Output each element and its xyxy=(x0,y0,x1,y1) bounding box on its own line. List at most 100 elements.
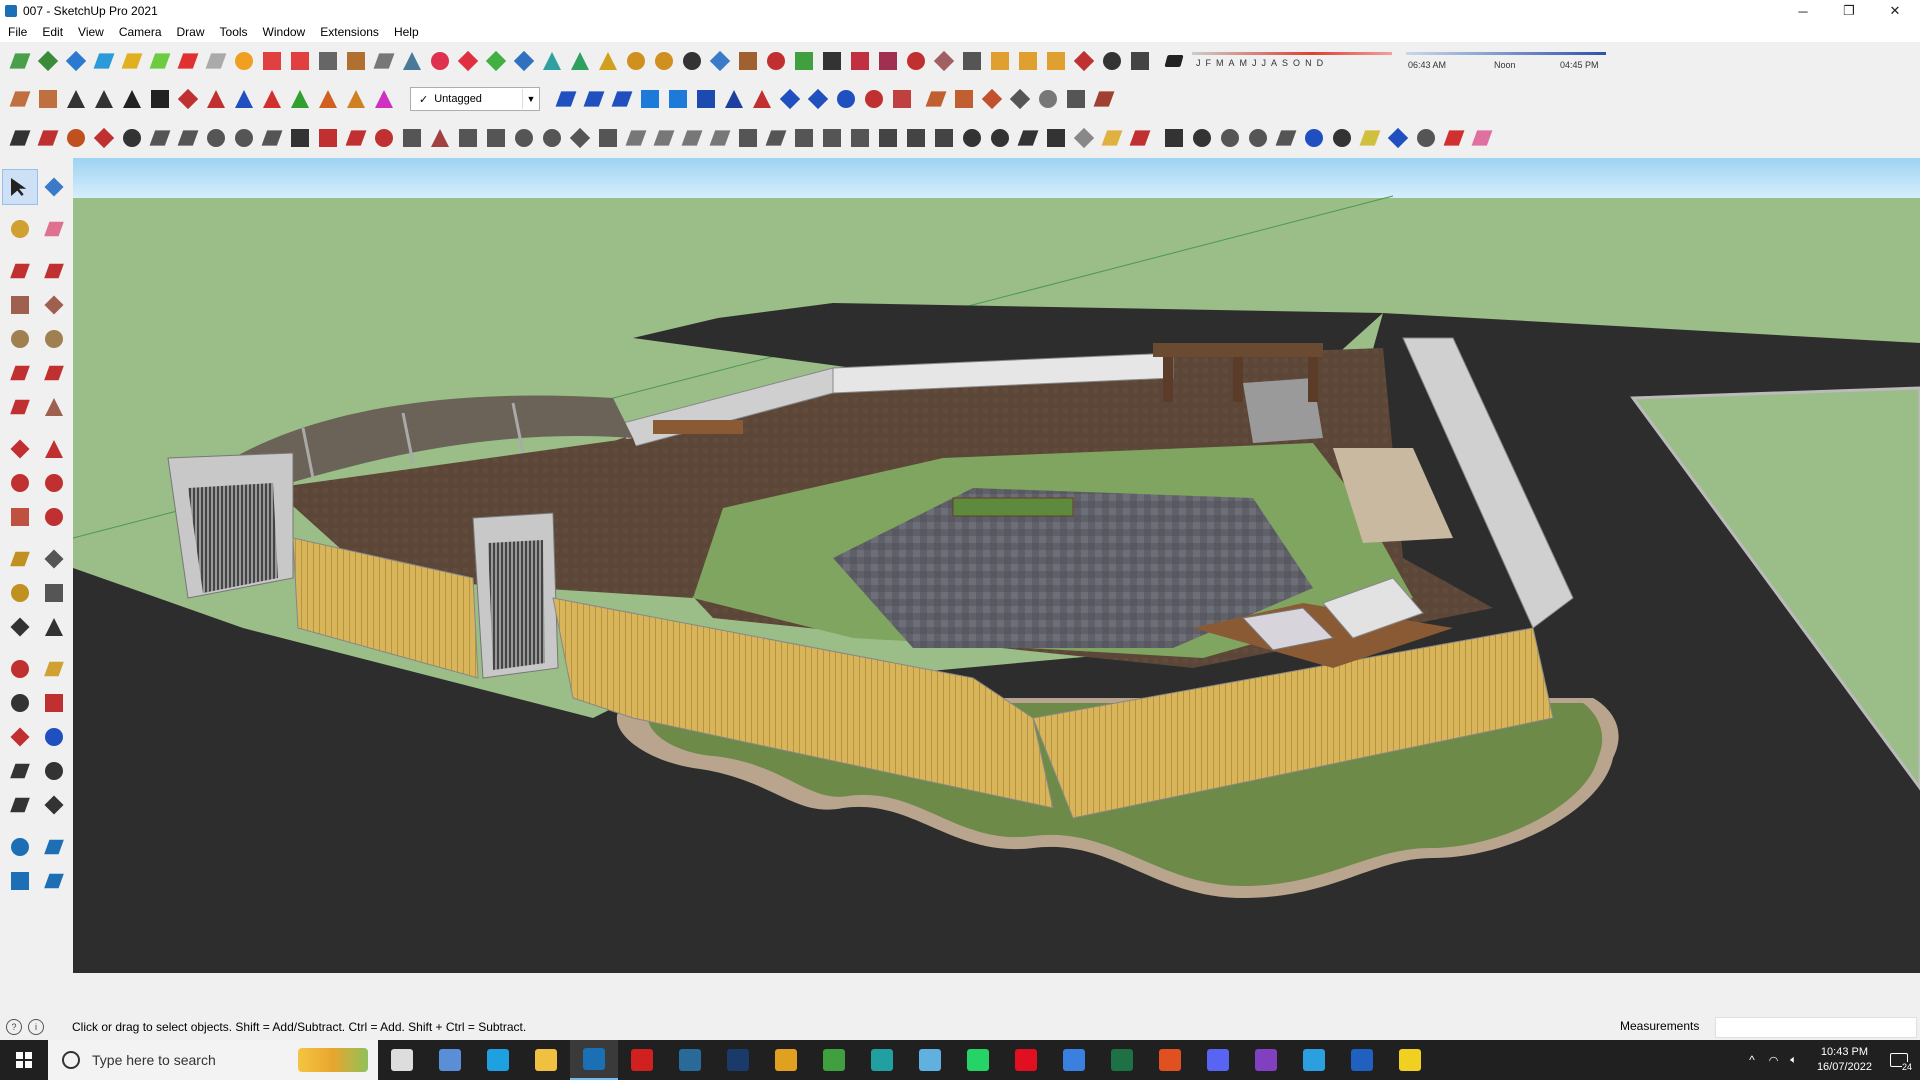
iso-view-icon[interactable] xyxy=(6,85,34,113)
face-tool-icon[interactable] xyxy=(90,47,118,75)
sticky-notes-icon[interactable] xyxy=(1386,1040,1434,1080)
section-plane-tool-icon[interactable] xyxy=(37,788,71,822)
tape-measure-icon[interactable] xyxy=(3,542,37,576)
minimize-button[interactable]: ─ xyxy=(1780,0,1826,22)
start-button[interactable] xyxy=(0,1040,48,1080)
sandbox-scratch-icon[interactable] xyxy=(922,85,950,113)
parallelogram-icon[interactable] xyxy=(1272,124,1300,152)
chrome-profile-icon[interactable] xyxy=(810,1040,858,1080)
extension-manager-icon[interactable] xyxy=(37,830,71,864)
podcast-icon[interactable] xyxy=(1242,1040,1290,1080)
tag-blue-icon[interactable] xyxy=(1384,124,1412,152)
grid-panel-icon[interactable] xyxy=(874,124,902,152)
line-red-icon[interactable] xyxy=(342,124,370,152)
dimension-tool-icon[interactable] xyxy=(37,542,71,576)
circle-shape-icon[interactable] xyxy=(1188,124,1216,152)
smoove-icon[interactable] xyxy=(978,85,1006,113)
layout-send-icon[interactable] xyxy=(3,864,37,898)
todo-icon[interactable] xyxy=(1050,1040,1098,1080)
pipe-icon[interactable] xyxy=(370,47,398,75)
cone-green-icon[interactable] xyxy=(566,47,594,75)
panel-icon[interactable] xyxy=(314,47,342,75)
frame-icon[interactable] xyxy=(258,47,286,75)
paint-bucket-icon[interactable] xyxy=(3,212,37,246)
red-plane-icon[interactable] xyxy=(174,47,202,75)
rotated-rect-icon[interactable] xyxy=(37,288,71,322)
file-explorer-icon[interactable] xyxy=(522,1040,570,1080)
menu-edit[interactable]: Edit xyxy=(34,25,70,39)
dome-icon[interactable] xyxy=(510,124,538,152)
protractor-icon[interactable] xyxy=(3,576,37,610)
wing-icon[interactable] xyxy=(650,124,678,152)
grid-orange-icon[interactable] xyxy=(986,47,1014,75)
flip-edge-icon[interactable] xyxy=(1090,85,1118,113)
zoom-extents-icon[interactable] xyxy=(3,720,37,754)
menu-help[interactable]: Help xyxy=(386,25,426,39)
jet-icon[interactable] xyxy=(706,124,734,152)
hexagon-shape-icon[interactable] xyxy=(1216,124,1244,152)
arrows-up-icon[interactable] xyxy=(720,85,748,113)
move-green-icon[interactable] xyxy=(482,47,510,75)
wave-icon[interactable] xyxy=(1014,124,1042,152)
menu-extensions[interactable]: Extensions xyxy=(312,25,386,39)
menu-file[interactable]: File xyxy=(0,25,34,39)
rectangle-tool-icon[interactable] xyxy=(3,288,37,322)
wifi-icon[interactable]: ◠ xyxy=(1769,1054,1779,1067)
cube-app-icon[interactable] xyxy=(1338,1040,1386,1080)
warehouse-icon[interactable] xyxy=(6,47,34,75)
taskbar-app3-icon[interactable] xyxy=(906,1040,954,1080)
push-down-icon[interactable] xyxy=(202,85,230,113)
eraser-icon[interactable] xyxy=(37,212,71,246)
front-view-icon[interactable] xyxy=(34,85,62,113)
offset-tool-icon[interactable] xyxy=(37,500,71,534)
3d-text-icon[interactable] xyxy=(37,610,71,644)
whatsapp-icon[interactable] xyxy=(954,1040,1002,1080)
pan-tool-icon[interactable] xyxy=(37,652,71,686)
lasso-icon[interactable] xyxy=(622,47,650,75)
tile-icon[interactable] xyxy=(594,124,622,152)
axes-tool-icon[interactable] xyxy=(3,610,37,644)
geo-location-icon[interactable]: ? xyxy=(6,1019,22,1035)
export-icon[interactable] xyxy=(818,47,846,75)
curve-icon[interactable] xyxy=(398,47,426,75)
calculator-icon[interactable] xyxy=(426,1040,474,1080)
spline-icon[interactable] xyxy=(426,47,454,75)
chevron-up-icon[interactable]: ^ xyxy=(1749,1053,1755,1067)
grid-icon[interactable] xyxy=(286,47,314,75)
gear2-icon[interactable] xyxy=(958,124,986,152)
grid-gold-icon[interactable] xyxy=(1042,47,1070,75)
position-camera-icon[interactable] xyxy=(3,754,37,788)
hand-icon[interactable] xyxy=(888,85,916,113)
dimension-icon[interactable] xyxy=(776,85,804,113)
menu-tools[interactable]: Tools xyxy=(212,25,255,39)
three-point-arc-icon[interactable] xyxy=(3,390,37,424)
push-pull-tool-icon[interactable] xyxy=(37,432,71,466)
bezier-icon[interactable] xyxy=(62,124,90,152)
section-plane-icon[interactable] xyxy=(174,85,202,113)
pen-yellow-icon[interactable] xyxy=(1356,124,1384,152)
stamp-icon[interactable] xyxy=(1006,85,1034,113)
undo-blue-icon[interactable] xyxy=(832,85,860,113)
rail-icon[interactable] xyxy=(846,124,874,152)
ramp-icon[interactable] xyxy=(426,124,454,152)
arc-plugin-icon[interactable] xyxy=(230,47,258,75)
cylinder-icon[interactable] xyxy=(482,124,510,152)
extrude-icon[interactable] xyxy=(202,124,230,152)
chamfer-icon[interactable] xyxy=(286,124,314,152)
plane-icon[interactable] xyxy=(146,47,174,75)
layer-icon[interactable] xyxy=(118,47,146,75)
link-icon[interactable] xyxy=(846,47,874,75)
chrome-icon[interactable] xyxy=(762,1040,810,1080)
star-shape-icon[interactable] xyxy=(1328,124,1356,152)
make-component-icon[interactable] xyxy=(37,170,71,204)
fan-icon[interactable] xyxy=(566,124,594,152)
pan-plugin-icon[interactable] xyxy=(706,47,734,75)
house-icon[interactable] xyxy=(90,85,118,113)
comment-icon[interactable] xyxy=(1098,124,1126,152)
model-viewport[interactable] xyxy=(73,158,1920,973)
sandbox-contour-icon[interactable] xyxy=(950,85,978,113)
section-display-icon[interactable] xyxy=(664,85,692,113)
walk-icon[interactable] xyxy=(3,788,37,822)
window-icon[interactable] xyxy=(958,47,986,75)
loft-icon[interactable] xyxy=(146,124,174,152)
